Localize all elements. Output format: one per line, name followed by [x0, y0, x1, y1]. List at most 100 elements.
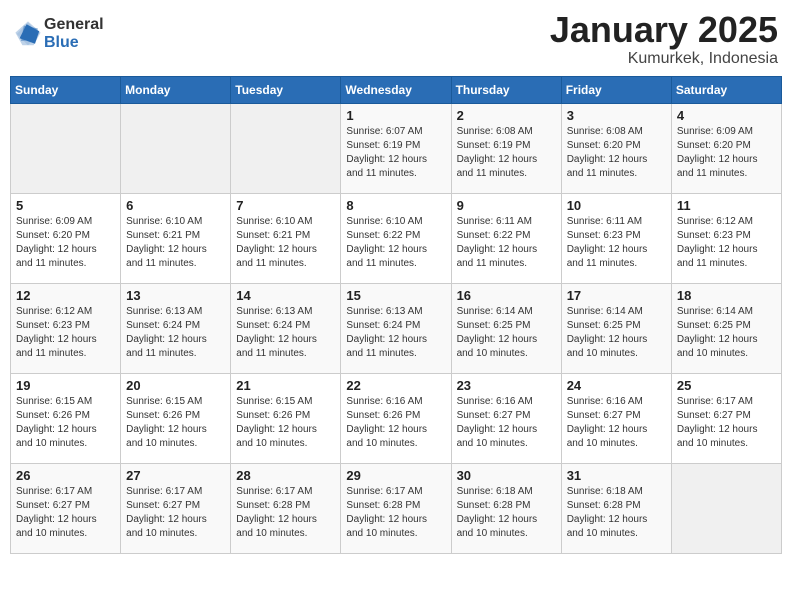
calendar-cell: 30 Sunrise: 6:18 AM Sunset: 6:28 PM Dayli… — [451, 463, 561, 553]
day-number: 20 — [126, 378, 225, 393]
weekday-friday: Friday — [561, 76, 671, 103]
calendar-cell: 29 Sunrise: 6:17 AM Sunset: 6:28 PM Dayli… — [341, 463, 451, 553]
day-number: 27 — [126, 468, 225, 483]
calendar-cell: 20 Sunrise: 6:15 AM Sunset: 6:26 PM Dayli… — [121, 373, 231, 463]
calendar-cell: 10Sunrise: 6:11 AM Sunset: 6:23 PM Dayli… — [561, 193, 671, 283]
logo: General Blue — [14, 16, 104, 51]
cell-info: Sunrise: 6:07 AM Sunset: 6:19 PM Dayligh… — [346, 125, 445, 181]
calendar-cell: 1 Sunrise: 6:07 AM Sunset: 6:19 PM Daylig… — [341, 103, 451, 193]
calendar-cell: 13Sunrise: 6:13 AM Sunset: 6:24 PM Dayli… — [121, 283, 231, 373]
day-number: 24 — [567, 378, 666, 393]
cell-info: Sunrise: 6:10 AM Sunset: 6:21 PM Dayligh… — [126, 215, 225, 271]
cell-info: Sunrise: 6:14 AM Sunset: 6:25 PM Dayligh… — [677, 305, 776, 361]
calendar-week-2: 5 Sunrise: 6:09 AM Sunset: 6:20 PM Daylig… — [11, 193, 782, 283]
day-number: 22 — [346, 378, 445, 393]
calendar-cell: 28Sunrise: 6:17 AM Sunset: 6:28 PM Dayli… — [231, 463, 341, 553]
cell-info: Sunrise: 6:14 AM Sunset: 6:25 PM Dayligh… — [567, 305, 666, 361]
day-number: 18 — [677, 288, 776, 303]
title-block: January 2025 Kumurkek, Indonesia — [550, 10, 778, 68]
day-number: 9 — [457, 198, 556, 213]
cell-info: Sunrise: 6:09 AM Sunset: 6:20 PM Dayligh… — [677, 125, 776, 181]
day-number: 23 — [457, 378, 556, 393]
logo-general-text: General — [44, 16, 104, 34]
day-number: 25 — [677, 378, 776, 393]
calendar-week-3: 12Sunrise: 6:12 AM Sunset: 6:23 PM Dayli… — [11, 283, 782, 373]
calendar-cell: 11Sunrise: 6:12 AM Sunset: 6:23 PM Dayli… — [671, 193, 781, 283]
cell-info: Sunrise: 6:16 AM Sunset: 6:27 PM Dayligh… — [457, 395, 556, 451]
calendar-cell: 22Sunrise: 6:16 AM Sunset: 6:26 PM Dayli… — [341, 373, 451, 463]
calendar-cell: 12Sunrise: 6:12 AM Sunset: 6:23 PM Dayli… — [11, 283, 121, 373]
cell-info: Sunrise: 6:14 AM Sunset: 6:25 PM Dayligh… — [457, 305, 556, 361]
calendar-cell — [671, 463, 781, 553]
cell-info: Sunrise: 6:17 AM Sunset: 6:27 PM Dayligh… — [16, 485, 115, 541]
day-number: 3 — [567, 108, 666, 123]
day-number: 7 — [236, 198, 335, 213]
weekday-sunday: Sunday — [11, 76, 121, 103]
day-number: 16 — [457, 288, 556, 303]
day-number: 31 — [567, 468, 666, 483]
cell-info: Sunrise: 6:11 AM Sunset: 6:22 PM Dayligh… — [457, 215, 556, 271]
calendar-cell: 23 Sunrise: 6:16 AM Sunset: 6:27 PM Dayli… — [451, 373, 561, 463]
cell-info: Sunrise: 6:17 AM Sunset: 6:28 PM Dayligh… — [346, 485, 445, 541]
page-header: General Blue January 2025 Kumurkek, Indo… — [10, 10, 782, 68]
weekday-monday: Monday — [121, 76, 231, 103]
cell-info: Sunrise: 6:15 AM Sunset: 6:26 PM Dayligh… — [16, 395, 115, 451]
weekday-wednesday: Wednesday — [341, 76, 451, 103]
cell-info: Sunrise: 6:08 AM Sunset: 6:20 PM Dayligh… — [567, 125, 666, 181]
day-number: 1 — [346, 108, 445, 123]
day-number: 17 — [567, 288, 666, 303]
location: Kumurkek, Indonesia — [550, 50, 778, 68]
calendar-cell — [231, 103, 341, 193]
calendar-cell: 17 Sunrise: 6:14 AM Sunset: 6:25 PM Dayli… — [561, 283, 671, 373]
calendar-cell: 5 Sunrise: 6:09 AM Sunset: 6:20 PM Daylig… — [11, 193, 121, 283]
cell-info: Sunrise: 6:15 AM Sunset: 6:26 PM Dayligh… — [236, 395, 335, 451]
cell-info: Sunrise: 6:16 AM Sunset: 6:27 PM Dayligh… — [567, 395, 666, 451]
calendar-cell — [121, 103, 231, 193]
calendar-cell: 21Sunrise: 6:15 AM Sunset: 6:26 PM Dayli… — [231, 373, 341, 463]
day-number: 30 — [457, 468, 556, 483]
calendar-cell: 8 Sunrise: 6:10 AM Sunset: 6:22 PM Daylig… — [341, 193, 451, 283]
calendar-cell: 15Sunrise: 6:13 AM Sunset: 6:24 PM Dayli… — [341, 283, 451, 373]
weekday-tuesday: Tuesday — [231, 76, 341, 103]
calendar-cell: 19Sunrise: 6:15 AM Sunset: 6:26 PM Dayli… — [11, 373, 121, 463]
calendar-body: 1 Sunrise: 6:07 AM Sunset: 6:19 PM Daylig… — [11, 103, 782, 553]
cell-info: Sunrise: 6:11 AM Sunset: 6:23 PM Dayligh… — [567, 215, 666, 271]
logo-blue-text: Blue — [44, 34, 104, 52]
calendar-cell: 26Sunrise: 6:17 AM Sunset: 6:27 PM Dayli… — [11, 463, 121, 553]
day-number: 29 — [346, 468, 445, 483]
calendar-cell: 4 Sunrise: 6:09 AM Sunset: 6:20 PM Daylig… — [671, 103, 781, 193]
calendar-cell: 7 Sunrise: 6:10 AM Sunset: 6:21 PM Daylig… — [231, 193, 341, 283]
calendar-cell: 16 Sunrise: 6:14 AM Sunset: 6:25 PM Dayli… — [451, 283, 561, 373]
weekday-thursday: Thursday — [451, 76, 561, 103]
cell-info: Sunrise: 6:13 AM Sunset: 6:24 PM Dayligh… — [346, 305, 445, 361]
cell-info: Sunrise: 6:12 AM Sunset: 6:23 PM Dayligh… — [16, 305, 115, 361]
logo-icon — [14, 20, 42, 48]
calendar-cell: 24 Sunrise: 6:16 AM Sunset: 6:27 PM Dayli… — [561, 373, 671, 463]
calendar-cell: 2Sunrise: 6:08 AM Sunset: 6:19 PM Daylig… — [451, 103, 561, 193]
calendar-cell: 18 Sunrise: 6:14 AM Sunset: 6:25 PM Dayli… — [671, 283, 781, 373]
weekday-saturday: Saturday — [671, 76, 781, 103]
calendar-table: SundayMondayTuesdayWednesdayThursdayFrid… — [10, 76, 782, 554]
calendar-cell: 14 Sunrise: 6:13 AM Sunset: 6:24 PM Dayli… — [231, 283, 341, 373]
day-number: 8 — [346, 198, 445, 213]
calendar-week-5: 26Sunrise: 6:17 AM Sunset: 6:27 PM Dayli… — [11, 463, 782, 553]
logo-text: General Blue — [44, 16, 104, 51]
day-number: 14 — [236, 288, 335, 303]
day-number: 11 — [677, 198, 776, 213]
day-number: 6 — [126, 198, 225, 213]
day-number: 5 — [16, 198, 115, 213]
cell-info: Sunrise: 6:15 AM Sunset: 6:26 PM Dayligh… — [126, 395, 225, 451]
cell-info: Sunrise: 6:10 AM Sunset: 6:22 PM Dayligh… — [346, 215, 445, 271]
day-number: 13 — [126, 288, 225, 303]
day-number: 4 — [677, 108, 776, 123]
cell-info: Sunrise: 6:18 AM Sunset: 6:28 PM Dayligh… — [457, 485, 556, 541]
calendar-cell: 27 Sunrise: 6:17 AM Sunset: 6:27 PM Dayli… — [121, 463, 231, 553]
cell-info: Sunrise: 6:08 AM Sunset: 6:19 PM Dayligh… — [457, 125, 556, 181]
cell-info: Sunrise: 6:17 AM Sunset: 6:27 PM Dayligh… — [126, 485, 225, 541]
cell-info: Sunrise: 6:10 AM Sunset: 6:21 PM Dayligh… — [236, 215, 335, 271]
day-number: 28 — [236, 468, 335, 483]
cell-info: Sunrise: 6:09 AM Sunset: 6:20 PM Dayligh… — [16, 215, 115, 271]
cell-info: Sunrise: 6:13 AM Sunset: 6:24 PM Dayligh… — [236, 305, 335, 361]
cell-info: Sunrise: 6:18 AM Sunset: 6:28 PM Dayligh… — [567, 485, 666, 541]
cell-info: Sunrise: 6:17 AM Sunset: 6:27 PM Dayligh… — [677, 395, 776, 451]
